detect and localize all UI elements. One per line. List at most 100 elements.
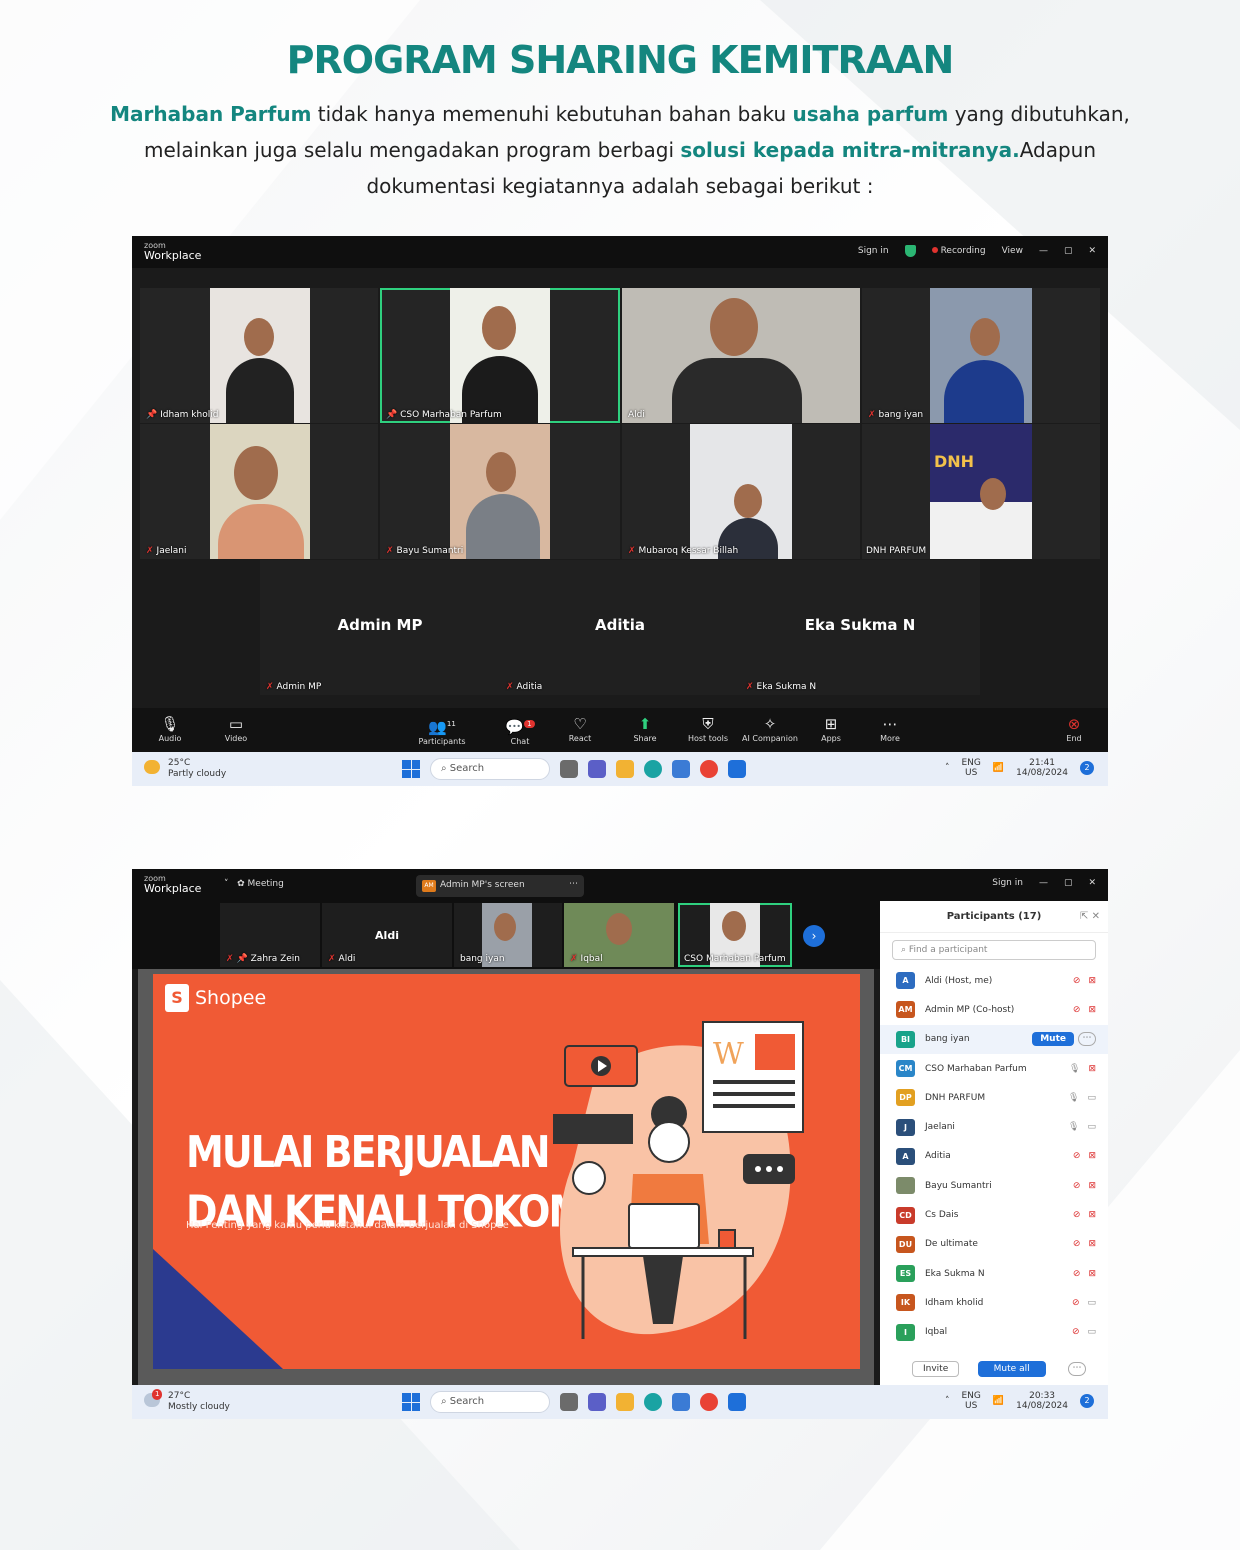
teams-icon[interactable] bbox=[588, 760, 606, 778]
video-tile[interactable]: ✗ Bayu Sumantri bbox=[380, 424, 620, 559]
participant-row[interactable]: ES Eka Sukma N ⊘ ⊠ bbox=[880, 1259, 1108, 1288]
camera-icon[interactable]: ▭ bbox=[1087, 1093, 1096, 1103]
mic-off-icon[interactable]: ⊘ bbox=[1073, 1269, 1081, 1279]
chevron-up-icon[interactable]: ˄ bbox=[945, 763, 950, 773]
share-button[interactable]: ⬆ Share bbox=[615, 714, 675, 743]
notification-badge[interactable]: 2 bbox=[1080, 1394, 1094, 1408]
video-tile-no-camera[interactable]: Aditia ✗ Aditia bbox=[500, 560, 740, 695]
invite-button[interactable]: Invite bbox=[912, 1361, 960, 1377]
edge-icon[interactable] bbox=[644, 760, 662, 778]
camera-off-icon[interactable]: ⊠ bbox=[1088, 1239, 1096, 1249]
camera-off-icon[interactable]: ⊠ bbox=[1088, 1181, 1096, 1191]
mute-all-button[interactable]: Mute all bbox=[977, 1361, 1046, 1377]
camera-off-icon[interactable]: ⊠ bbox=[1088, 1151, 1096, 1161]
view-button[interactable]: View bbox=[1002, 246, 1023, 256]
mic-off-icon[interactable]: ⊘ bbox=[1073, 1210, 1081, 1220]
microphone-icon[interactable]: 🎙 bbox=[1068, 1122, 1079, 1132]
video-button[interactable]: ▭ Video bbox=[206, 714, 266, 743]
camera-off-icon[interactable]: ⊠ bbox=[1088, 976, 1096, 986]
next-page-icon[interactable]: › bbox=[803, 925, 825, 947]
participant-row[interactable]: A Aldi (Host, me) ⊘ ⊠ bbox=[880, 966, 1108, 995]
teams-icon[interactable] bbox=[588, 1393, 606, 1411]
recording-indicator[interactable]: Recording bbox=[931, 246, 986, 256]
mute-participant-button[interactable]: Mute bbox=[1032, 1032, 1074, 1047]
camera-off-icon[interactable]: ⊠ bbox=[1088, 1210, 1096, 1220]
participant-row[interactable]: BI bang iyan Mute ⋯ bbox=[880, 1024, 1108, 1054]
store-icon[interactable] bbox=[672, 760, 690, 778]
wifi-icon[interactable]: 📶 bbox=[993, 1396, 1004, 1406]
thumb-tile[interactable]: ✗ 📌 Zahra Zein bbox=[220, 903, 320, 967]
host-tools-button[interactable]: ⛨ Host tools bbox=[678, 714, 738, 743]
video-tile[interactable]: ✗ Mubaroq Kessar Billah bbox=[622, 424, 860, 559]
thumb-tile-active[interactable]: CSO Marhaban Parfum bbox=[678, 903, 792, 967]
thumb-tile[interactable]: bang iyan bbox=[454, 903, 562, 967]
zoom-app-icon[interactable] bbox=[728, 1393, 746, 1411]
chrome-icon[interactable] bbox=[700, 760, 718, 778]
file-explorer-icon[interactable] bbox=[616, 1393, 634, 1411]
camera-off-icon[interactable]: ⊠ bbox=[1088, 1064, 1096, 1074]
camera-icon[interactable]: ▭ bbox=[1087, 1298, 1096, 1308]
microphone-icon[interactable]: 🎙 bbox=[1068, 1093, 1079, 1103]
file-explorer-icon[interactable] bbox=[616, 760, 634, 778]
more-icon[interactable]: ⋯ bbox=[1078, 1032, 1096, 1047]
video-tile[interactable]: ✗ Jaelani bbox=[140, 424, 378, 559]
chrome-icon[interactable] bbox=[700, 1393, 718, 1411]
react-button[interactable]: ♡ React bbox=[550, 714, 610, 743]
find-participant-input[interactable]: ⌕ Find a participant bbox=[892, 940, 1096, 960]
video-tile-no-camera[interactable]: Admin MP ✗ Admin MP bbox=[260, 560, 500, 695]
participant-row[interactable]: Bayu Sumantri ⊘ ⊠ bbox=[880, 1171, 1108, 1200]
participant-row[interactable]: A Aditia ⊘ ⊠ bbox=[880, 1142, 1108, 1171]
windows-start-icon[interactable] bbox=[402, 760, 420, 778]
windows-start-icon[interactable] bbox=[402, 1393, 420, 1411]
thumb-tile[interactable]: Aldi ✗ Aldi bbox=[322, 903, 452, 967]
taskbar-search[interactable]: ⌕ Search bbox=[430, 1391, 550, 1413]
more-button[interactable]: ⋯ More bbox=[860, 714, 920, 743]
participant-row[interactable]: AM Admin MP (Co-host) ⊘ ⊠ bbox=[880, 995, 1108, 1024]
close-icon[interactable]: ✕ bbox=[1088, 246, 1096, 256]
video-tile-no-camera[interactable]: Eka Sukma N ✗ Eka Sukma N bbox=[740, 560, 980, 695]
sign-in-link[interactable]: Sign in bbox=[992, 878, 1023, 888]
edge-icon[interactable] bbox=[644, 1393, 662, 1411]
participant-row[interactable]: IK Idham kholid ⊘ ▭ bbox=[880, 1288, 1108, 1317]
weather-widget[interactable]: 1 27°C Mostly cloudy bbox=[144, 1389, 230, 1413]
participant-row[interactable]: DU De ultimate ⊘ ⊠ bbox=[880, 1230, 1108, 1259]
mic-off-icon[interactable]: ⊘ bbox=[1073, 1181, 1081, 1191]
participant-row[interactable]: CM CSO Marhaban Parfum 🎙 ⊠ bbox=[880, 1054, 1108, 1083]
mic-off-icon[interactable]: ⊘ bbox=[1072, 1327, 1080, 1337]
screen-share-label[interactable]: AM Admin MP's screen ⋯ bbox=[416, 875, 584, 897]
sign-in-link[interactable]: Sign in bbox=[858, 246, 889, 256]
taskbar-search[interactable]: ⌕ Search bbox=[430, 758, 550, 780]
mic-off-icon[interactable]: ⊘ bbox=[1073, 976, 1081, 986]
end-button[interactable]: ⊗ End bbox=[1044, 714, 1104, 743]
video-tile[interactable]: 📌 Idham kholid bbox=[140, 288, 378, 423]
task-view-icon[interactable] bbox=[560, 760, 578, 778]
mic-off-icon[interactable]: ⊘ bbox=[1073, 1151, 1081, 1161]
apps-button[interactable]: ⊞ Apps bbox=[801, 714, 861, 743]
more-icon[interactable]: ⋯ bbox=[1068, 1362, 1086, 1376]
maximize-icon[interactable]: ▢ bbox=[1064, 878, 1073, 888]
video-tile[interactable]: DNH DNH PARFUM bbox=[862, 424, 1100, 559]
mic-off-icon[interactable]: ⊘ bbox=[1073, 1005, 1081, 1015]
weather-widget[interactable]: 25°C Partly cloudy bbox=[144, 758, 226, 780]
chat-button[interactable]: 💬 1 Chat bbox=[490, 714, 550, 746]
camera-off-icon[interactable]: ⊠ bbox=[1088, 1005, 1096, 1015]
camera-icon[interactable]: ▭ bbox=[1087, 1327, 1096, 1337]
chevron-up-icon[interactable]: ˄ bbox=[945, 1396, 950, 1406]
minimize-icon[interactable]: — bbox=[1039, 878, 1048, 888]
video-tile-active-speaker[interactable]: 📌 CSO Marhaban Parfum bbox=[380, 288, 620, 423]
meeting-menu[interactable]: ˅ ✿ Meeting bbox=[224, 879, 284, 889]
video-tile[interactable]: ✗ bang iyan bbox=[862, 288, 1100, 423]
video-tile[interactable]: Aldi bbox=[622, 288, 860, 423]
task-view-icon[interactable] bbox=[560, 1393, 578, 1411]
zoom-app-icon[interactable] bbox=[728, 760, 746, 778]
close-icon[interactable]: ✕ bbox=[1088, 878, 1096, 888]
participant-row[interactable]: CD Cs Dais ⊘ ⊠ bbox=[880, 1200, 1108, 1229]
minimize-icon[interactable]: — bbox=[1039, 246, 1048, 256]
participants-button[interactable]: 👥11 Participants bbox=[412, 714, 472, 746]
mic-off-icon[interactable]: ⊘ bbox=[1072, 1298, 1080, 1308]
mic-off-icon[interactable]: ⊘ bbox=[1073, 1239, 1081, 1249]
camera-off-icon[interactable]: ⊠ bbox=[1088, 1269, 1096, 1279]
store-icon[interactable] bbox=[672, 1393, 690, 1411]
audio-button[interactable]: 🎙 Audio bbox=[140, 714, 200, 743]
maximize-icon[interactable]: ▢ bbox=[1064, 246, 1073, 256]
